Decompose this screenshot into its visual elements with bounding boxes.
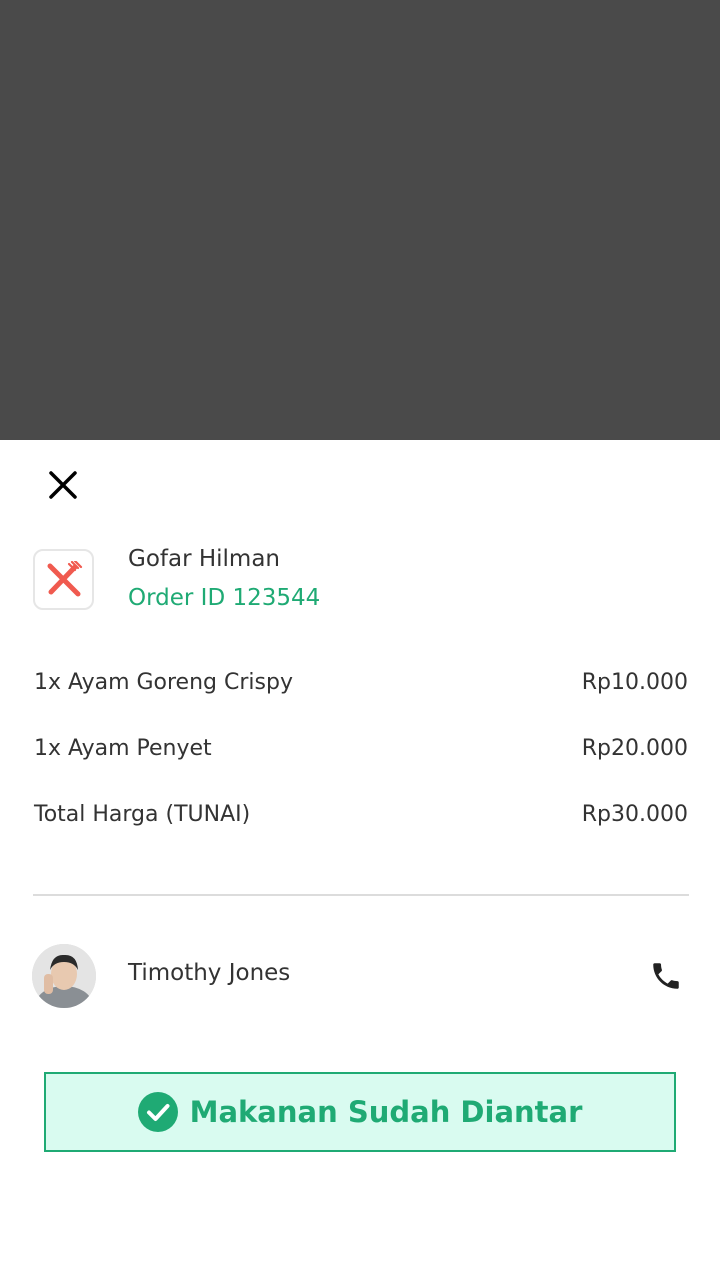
food-delivered-label: Makanan Sudah Diantar	[189, 1095, 583, 1129]
order-detail-sheet: Gofar Hilman Order ID 123544 1x Ayam Gor…	[0, 440, 720, 1280]
order-item-row: 1x Ayam Goreng Crispy Rp10.000	[34, 665, 688, 699]
item-label: 1x Ayam Penyet	[34, 735, 212, 761]
total-row: Total Harga (TUNAI) Rp30.000	[34, 797, 688, 831]
food-delivered-button[interactable]: Makanan Sudah Diantar	[44, 1072, 676, 1152]
call-button[interactable]	[642, 952, 690, 1000]
utensils-icon	[47, 560, 82, 596]
divider	[33, 894, 689, 896]
phone-icon	[653, 963, 679, 989]
order-id: Order ID 123544	[128, 585, 321, 611]
close-button[interactable]	[38, 460, 88, 510]
courier-name: Timothy Jones	[128, 960, 291, 986]
check-circle-icon	[137, 1092, 178, 1132]
order-item-row: 1x Ayam Penyet Rp20.000	[34, 731, 688, 765]
merchant-name: Gofar Hilman	[128, 546, 281, 572]
avatar	[32, 944, 96, 1008]
item-label: 1x Ayam Goreng Crispy	[34, 669, 293, 695]
item-price: Rp20.000	[581, 735, 688, 761]
total-price: Rp30.000	[581, 801, 688, 827]
courier-photo	[32, 944, 96, 1008]
backdrop-overlay[interactable]	[0, 0, 720, 440]
merchant-icon	[33, 549, 94, 610]
item-price: Rp10.000	[581, 669, 688, 695]
total-label: Total Harga (TUNAI)	[34, 801, 251, 827]
close-icon	[49, 471, 77, 499]
